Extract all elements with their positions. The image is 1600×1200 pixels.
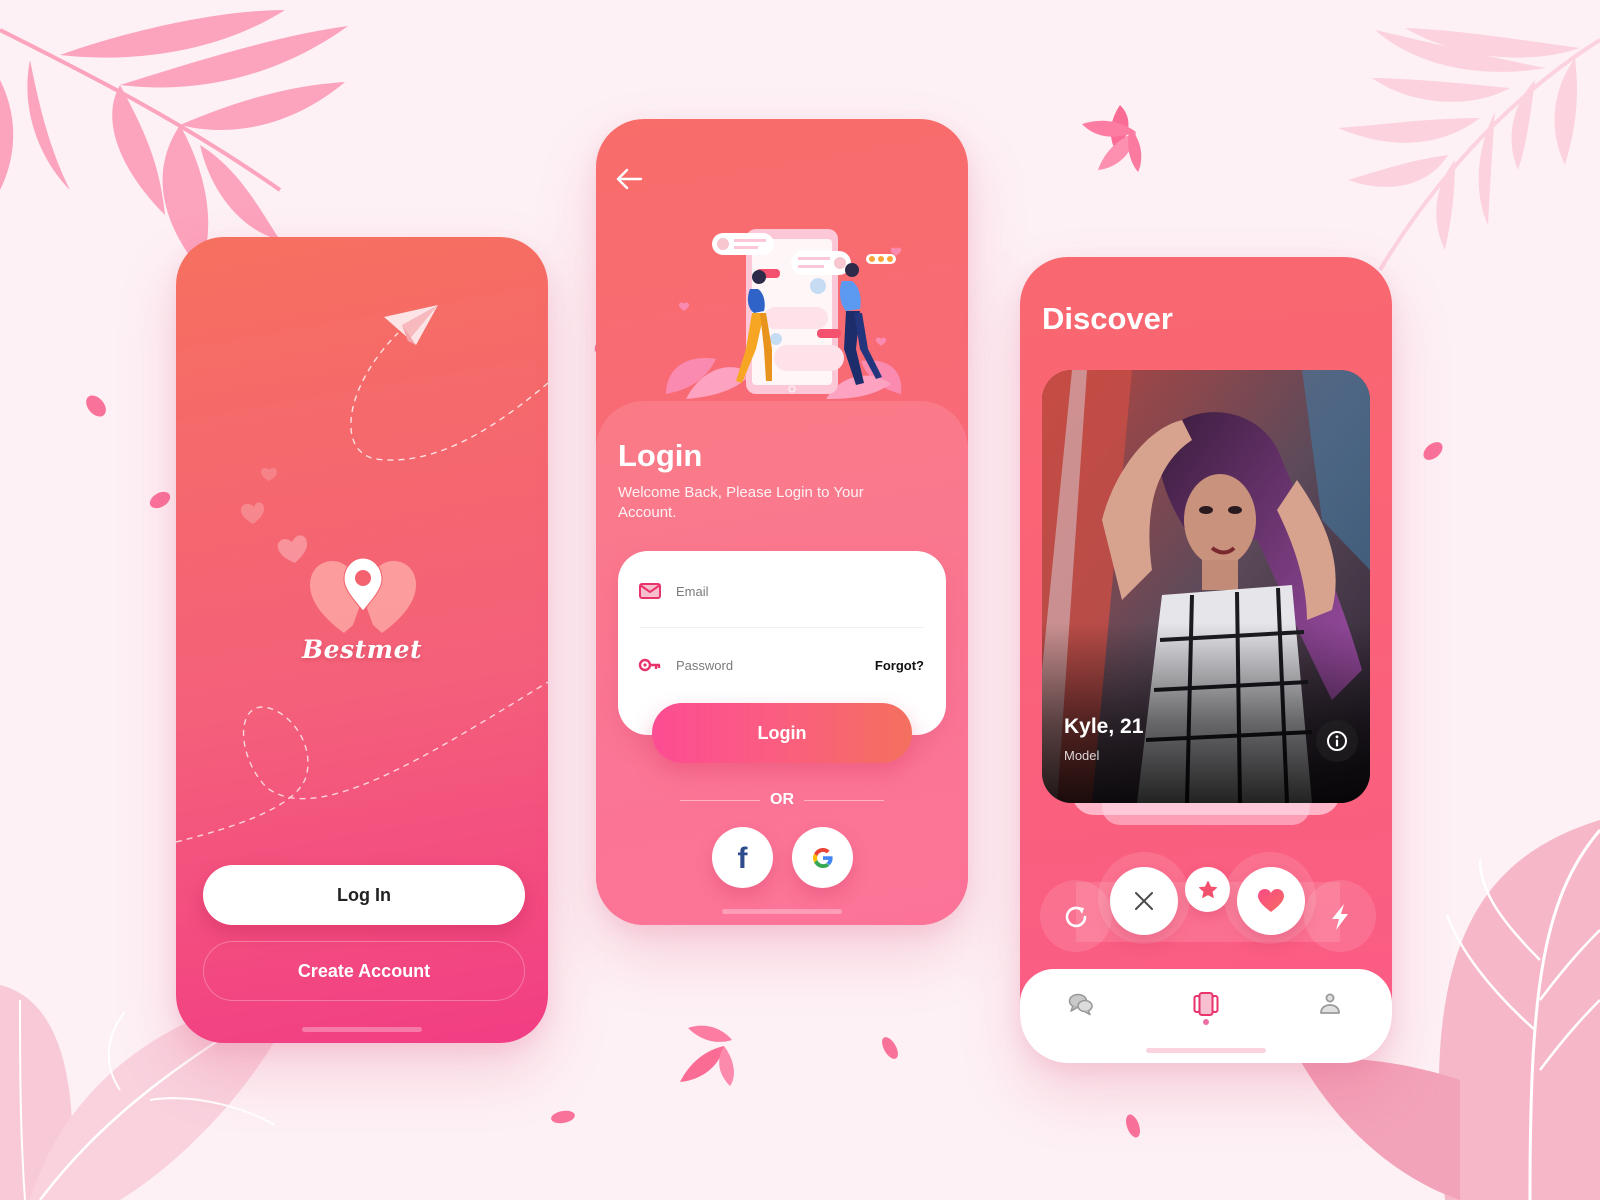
like-button[interactable] — [1237, 867, 1305, 935]
envelope-icon — [639, 583, 661, 599]
heart-icon — [240, 502, 264, 524]
user-icon — [1320, 993, 1340, 1014]
rewind-button[interactable] — [1059, 900, 1093, 934]
profile-name-age: Kyle, 21 — [1064, 715, 1144, 738]
login-sheet: Login Welcome Back, Please Login to Your… — [596, 401, 968, 925]
facebook-icon: f — [737, 842, 748, 875]
boost-button[interactable] — [1323, 900, 1357, 934]
heart-location-pin-icon — [310, 557, 416, 633]
forgot-password-link[interactable]: Forgot? — [875, 658, 924, 673]
discover-title: Discover — [1042, 301, 1173, 336]
discover-screen: Discover Kyle, 21 Model — [1020, 257, 1392, 1063]
heart-icon — [1258, 889, 1284, 912]
super-like-button[interactable] — [1185, 867, 1230, 912]
field-divider — [640, 627, 924, 628]
profile-info-button[interactable] — [1316, 720, 1358, 762]
cards-icon — [1193, 992, 1219, 1016]
login-submit-button[interactable]: Login — [652, 703, 912, 763]
nav-item-chats[interactable] — [1064, 989, 1098, 1019]
heart-icon — [260, 467, 278, 481]
leaf-branch-top-right — [1338, 28, 1600, 272]
google-login-button[interactable] — [792, 827, 853, 888]
card-gradient-overlay — [1042, 623, 1370, 803]
email-field-row — [638, 571, 924, 611]
active-tab-indicator — [1203, 1019, 1209, 1025]
home-indicator — [1146, 1048, 1266, 1053]
password-input[interactable] — [676, 657, 875, 673]
home-indicator — [722, 909, 842, 914]
heart-icon — [277, 535, 307, 563]
facebook-login-button[interactable]: f — [712, 827, 773, 888]
password-field-row: Forgot? — [638, 645, 924, 685]
create-account-button[interactable]: Create Account — [203, 941, 525, 1001]
nope-button[interactable] — [1110, 867, 1178, 935]
or-divider: OR — [680, 790, 884, 810]
star-icon — [1198, 880, 1217, 898]
email-input[interactable] — [676, 583, 924, 599]
close-icon — [1135, 892, 1153, 910]
log-in-button[interactable]: Log In — [203, 865, 525, 925]
home-indicator — [302, 1027, 422, 1032]
paper-plane-icon — [384, 305, 438, 345]
login-title: Login — [618, 438, 703, 473]
google-icon — [812, 847, 833, 868]
login-subtitle: Welcome Back, Please Login to Your Accou… — [618, 484, 864, 521]
or-text: OR — [770, 791, 794, 808]
lightning-icon — [1332, 904, 1348, 930]
welcome-screen: Bestmet Log In Create Account — [176, 237, 548, 1043]
rewind-icon — [1065, 906, 1087, 928]
login-screen: Login Welcome Back, Please Login to Your… — [596, 119, 968, 925]
profile-occupation: Model — [1064, 748, 1100, 763]
bottom-navigation — [1020, 969, 1392, 1063]
brand-name: Bestmet — [301, 635, 423, 664]
arrow-left-icon[interactable] — [614, 167, 644, 191]
nav-item-discover[interactable] — [1189, 989, 1223, 1019]
info-icon — [1327, 731, 1347, 751]
chat-bubbles-icon — [1068, 993, 1093, 1016]
key-icon — [638, 658, 661, 672]
leaf-branch-top-left — [0, 10, 348, 270]
nav-item-profile[interactable] — [1313, 989, 1347, 1019]
couple-chatting-illustration — [666, 229, 902, 399]
profile-card[interactable]: Kyle, 21 Model — [1042, 370, 1370, 803]
